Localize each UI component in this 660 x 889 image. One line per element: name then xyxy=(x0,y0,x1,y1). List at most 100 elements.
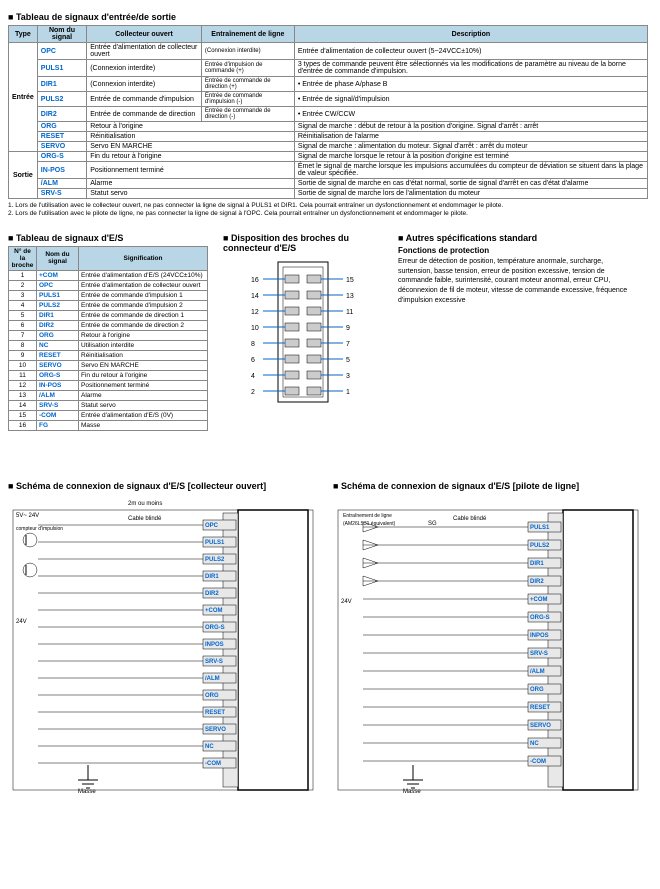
table-row: SortieORG-SFin du retour à l'origineSign… xyxy=(9,152,648,162)
column-header: Type xyxy=(9,26,38,43)
table-row: 2OPCEntrée d'alimentation de collecteur … xyxy=(9,280,208,290)
svg-text:7: 7 xyxy=(346,341,350,348)
svg-text:PULS1: PULS1 xyxy=(530,525,550,531)
svg-text:Cable blindé: Cable blindé xyxy=(453,516,487,522)
svg-text:SRV-S: SRV-S xyxy=(530,651,548,657)
svg-text:2: 2 xyxy=(251,389,255,396)
table-row: EntréeOPCEntrée d'alimentation de collec… xyxy=(9,43,648,60)
column-header: Nom du signal xyxy=(37,26,86,43)
schema2-title: Schéma de connexion de signaux d'E/S [pi… xyxy=(333,481,643,491)
svg-text:ORG: ORG xyxy=(205,693,219,699)
table-row: PULS1(Connexion interdite)Entrée d'impul… xyxy=(9,60,648,77)
note-2: 2. Lors de l'utilisation avec le pilote … xyxy=(8,210,652,218)
svg-text:Cable blindé: Cable blindé xyxy=(128,516,162,522)
io-signal-table: TypeNom du signalCollecteur ouvertEntraî… xyxy=(8,25,648,199)
svg-text:SG: SG xyxy=(428,521,437,527)
table-row: DIR2Entrée de commande de directionEntré… xyxy=(9,107,648,122)
svg-text:DIR1: DIR1 xyxy=(530,561,544,567)
table-row: 9RESETRéinitialisation xyxy=(9,350,208,360)
svg-text:24V: 24V xyxy=(16,619,27,625)
svg-text:Masse: Masse xyxy=(78,789,96,795)
svg-text:5: 5 xyxy=(346,357,350,364)
svg-text:PULS2: PULS2 xyxy=(205,557,225,563)
schema2-diagram: Entraînement de ligne (AM26LS31 équivale… xyxy=(333,495,643,795)
table-row: /ALMAlarmeSortie de signal de marche en … xyxy=(9,179,648,189)
svg-text:4: 4 xyxy=(251,373,255,380)
svg-text:DIR2: DIR2 xyxy=(205,591,219,597)
specs-text: Erreur de détection de position, tempéra… xyxy=(398,257,638,306)
svg-text:6: 6 xyxy=(251,357,255,364)
table-row: 10SERVOServo EN MARCHE xyxy=(9,360,208,370)
connector-diagram: 16 15 14 13 12 11 10 9 8 7 6 5 4 3 2 1 xyxy=(243,257,363,407)
table-row: SERVOServo EN MARCHESignal de marche : a… xyxy=(9,142,648,152)
svg-text:2m ou moins: 2m ou moins xyxy=(128,501,162,507)
table-row: 4PULS2Entrée de commande d'impulsion 2 xyxy=(9,300,208,310)
svg-text:+COM: +COM xyxy=(530,597,548,603)
svg-text:DIR1: DIR1 xyxy=(205,574,219,580)
svg-text:DIR2: DIR2 xyxy=(530,579,544,585)
svg-text:SERVO: SERVO xyxy=(205,727,226,733)
table2-title: Tableau de signaux d'E/S xyxy=(8,233,208,243)
table-row: 13/ALMAlarme xyxy=(9,390,208,400)
svg-text:INPOS: INPOS xyxy=(530,633,549,639)
svg-text:16: 16 xyxy=(251,277,259,284)
table-row: 16FGMasse xyxy=(9,420,208,430)
column-header: Description xyxy=(294,26,647,43)
table-row: IN-POSPositionnement terminéÉmet le sign… xyxy=(9,162,648,179)
connector-title: Disposition des broches du connecteur d'… xyxy=(223,233,383,253)
column-header: Nom du signal xyxy=(37,246,79,270)
table-row: 6DIR2Entrée de commande de direction 2 xyxy=(9,320,208,330)
svg-text:13: 13 xyxy=(346,293,354,300)
table1-title: Tableau de signaux d'entrée/de sortie xyxy=(8,12,652,22)
svg-text:compteur d'impulsion: compteur d'impulsion xyxy=(16,526,63,532)
svg-text:10: 10 xyxy=(251,325,259,332)
column-header: N° de la broche xyxy=(9,246,37,270)
specs-subtitle: Fonctions de protection xyxy=(398,246,638,255)
svg-text:15: 15 xyxy=(346,277,354,284)
svg-text:Masse: Masse xyxy=(403,789,421,795)
svg-text:24V: 24V xyxy=(341,599,352,605)
svg-text:8: 8 xyxy=(251,341,255,348)
svg-text:ORG-S: ORG-S xyxy=(205,625,225,631)
svg-text:/ALM: /ALM xyxy=(530,669,545,675)
svg-text:14: 14 xyxy=(251,293,259,300)
svg-text:PULS1: PULS1 xyxy=(205,540,225,546)
column-header: Entraînement de ligne xyxy=(201,26,294,43)
svg-text:+COM: +COM xyxy=(205,608,223,614)
table-row: 3PULS1Entrée de commande d'impulsion 1 xyxy=(9,290,208,300)
table-row: 8NCUtilisation interdite xyxy=(9,340,208,350)
svg-text:9: 9 xyxy=(346,325,350,332)
table-row: PULS2Entrée de commande d'impulsionEntré… xyxy=(9,92,648,107)
table-row: 11ORG-SFin du retour à l'origine xyxy=(9,370,208,380)
column-header: Collecteur ouvert xyxy=(87,26,202,43)
svg-text:RESET: RESET xyxy=(530,705,550,711)
column-header: Signification xyxy=(79,246,208,270)
svg-text:SRV-S: SRV-S xyxy=(205,659,223,665)
svg-text:3: 3 xyxy=(346,373,350,380)
svg-text:ORG-S: ORG-S xyxy=(530,615,550,621)
svg-text:PULS2: PULS2 xyxy=(530,543,550,549)
svg-text:1: 1 xyxy=(346,389,350,396)
note-1: 1. Lors de l'utilisation avec le collect… xyxy=(8,202,652,210)
svg-text:INPOS: INPOS xyxy=(205,642,224,648)
table-row: 7ORGRetour à l'origine xyxy=(9,330,208,340)
svg-text:SERVO: SERVO xyxy=(530,723,551,729)
table-row: RESETRéinitialisationRéinitialisation de… xyxy=(9,132,648,142)
svg-text:NC: NC xyxy=(530,741,539,747)
svg-text:RESET: RESET xyxy=(205,710,225,716)
table-row: DIR1(Connexion interdite)Entrée de comma… xyxy=(9,77,648,92)
svg-text:-COM: -COM xyxy=(530,759,546,765)
table-row: 5DIR1Entrée de commande de direction 1 xyxy=(9,310,208,320)
table-row: SRV-SStatut servoSortie de signal de mar… xyxy=(9,189,648,199)
svg-text:OPC: OPC xyxy=(205,523,219,529)
svg-text:11: 11 xyxy=(346,309,353,316)
table-row: ORGRetour à l'origineSignal de marche : … xyxy=(9,122,648,132)
table-row: 15-COMEntrée d'alimentation d'E/S (0V) xyxy=(9,410,208,420)
specs-title: Autres spécifications standard xyxy=(398,233,638,243)
io-pin-table: N° de la brocheNom du signalSignificatio… xyxy=(8,246,208,431)
svg-text:ORG: ORG xyxy=(530,687,544,693)
svg-text:-COM: -COM xyxy=(205,761,221,767)
notes: 1. Lors de l'utilisation avec le collect… xyxy=(8,202,652,219)
schema1-title: Schéma de connexion de signaux d'E/S [co… xyxy=(8,481,318,491)
svg-text:12: 12 xyxy=(251,309,259,316)
